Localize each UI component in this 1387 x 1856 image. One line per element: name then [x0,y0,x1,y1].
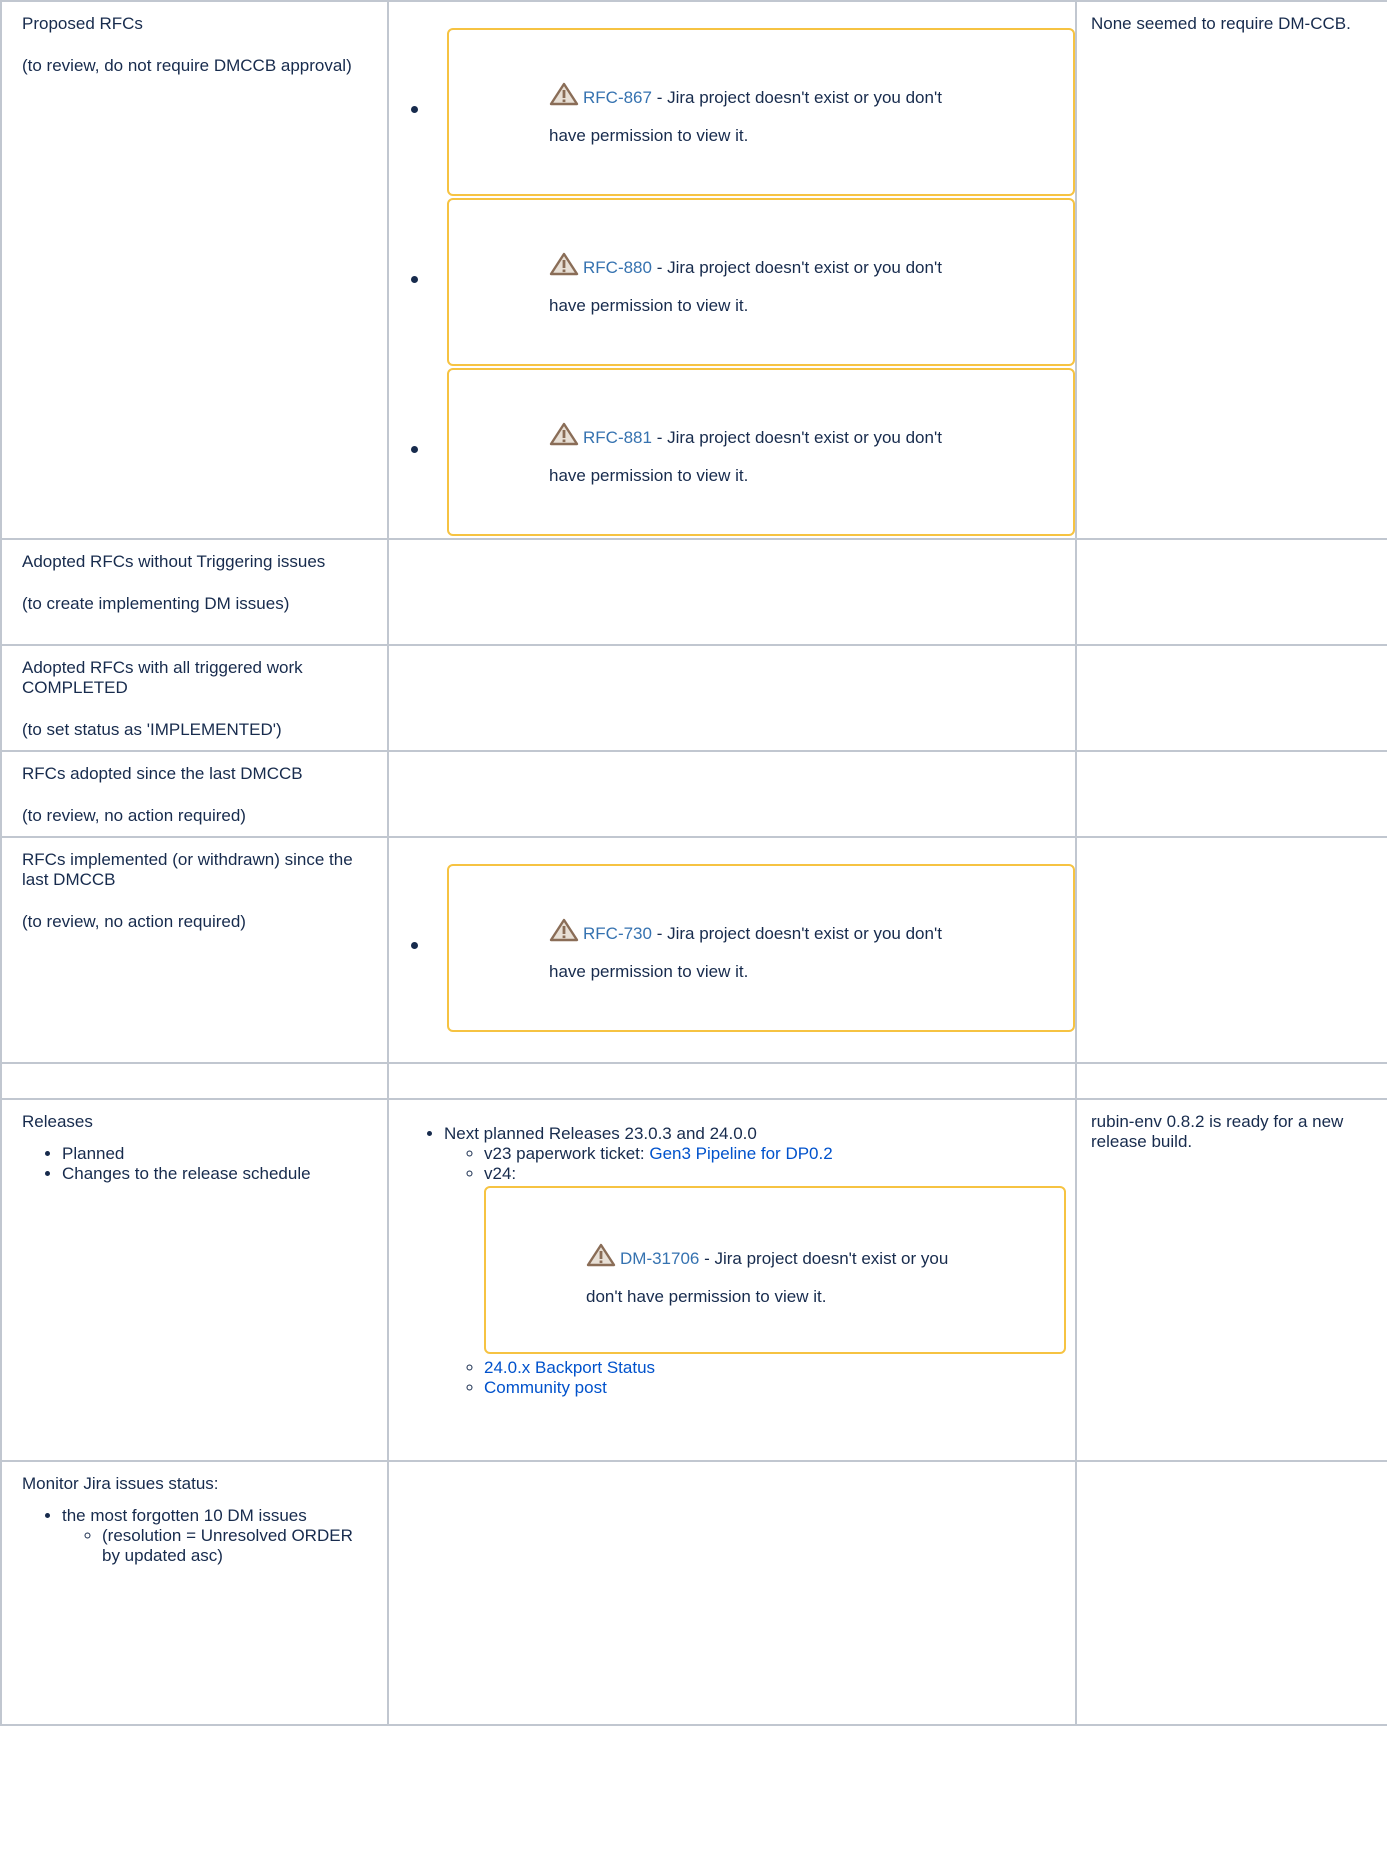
row-content-cell [387,644,1077,752]
row-notes-cell: None seemed to require DM-CCB. [1075,0,1387,540]
jira-issue-link[interactable]: RFC-880 [583,258,652,277]
jira-issue-link[interactable]: DM-31706 [620,1249,699,1268]
backport-status-link[interactable]: 24.0.x Backport Status [484,1358,655,1377]
list-item: v24: DM-31706 - Jira project doesn't exi… [484,1164,1075,1354]
v24-label: v24: [484,1164,517,1183]
row-label-cell: RFCs adopted since the last DMCCB (to re… [0,750,389,838]
jira-issue-message: - Jira project doesn't exist or you don'… [651,258,942,277]
jira-issue-link[interactable]: RFC-881 [583,428,652,447]
issue-list: RFC-730 - Jira project doesn't exist or … [389,864,1075,1032]
warning-icon [586,1243,616,1267]
row-title: Adopted RFCs without Triggering issues [22,552,326,571]
jira-issue-message: - Jira project doesn't exist or you [699,1249,949,1268]
row-notes-cell: rubin-env 0.8.2 is ready for a new relea… [1075,1098,1387,1462]
row-label-cell: Monitor Jira issues status: the most for… [0,1460,389,1726]
row-title: RFCs implemented (or withdrawn) since th… [22,850,353,889]
row-title: Adopted RFCs with all triggered work COM… [22,658,303,697]
row-notes-cell [1075,1460,1387,1726]
releases-list: Planned Changes to the release schedule [22,1144,373,1184]
bullet [411,276,418,283]
row-title: Releases [22,1112,93,1131]
bullet [411,446,418,453]
monitor-list: the most forgotten 10 DM issues (resolut… [22,1506,373,1566]
warning-icon [549,422,579,446]
bullet [411,106,418,113]
forgotten-issues-text: the most forgotten 10 DM issues [62,1506,307,1525]
row-subtitle: (to review, do not require DMCCB approva… [22,56,352,75]
row-content-cell [387,1460,1077,1726]
community-post-link[interactable]: Community post [484,1378,607,1397]
row-title: RFCs adopted since the last DMCCB [22,764,303,783]
jira-issue-box: RFC-867 - Jira project doesn't exist or … [411,28,1075,196]
jira-issue-box: RFC-880 - Jira project doesn't exist or … [411,198,1075,366]
row-implemented-since: RFCs implemented (or withdrawn) since th… [0,836,1387,1064]
jira-issue-message: have permission to view it. [549,296,749,315]
jira-issue-message: - Jira project doesn't exist or you don'… [651,428,942,447]
row-label-cell: Adopted RFCs with all triggered work COM… [0,644,389,752]
row-content-cell [387,750,1077,838]
list-item: the most forgotten 10 DM issues (resolut… [62,1506,373,1566]
row-label-cell: Releases Planned Changes to the release … [0,1098,389,1462]
bullet [411,942,418,949]
warning-icon [549,918,579,942]
jira-issue-message: don't have permission to view it. [586,1287,827,1306]
row-releases: Releases Planned Changes to the release … [0,1098,1387,1462]
row-content-cell: RFC-730 - Jira project doesn't exist or … [387,836,1077,1064]
next-planned-text: Next planned Releases 23.0.3 and 24.0.0 [444,1124,757,1143]
list-item: v23 paperwork ticket: Gen3 Pipeline for … [484,1144,1075,1164]
jira-issue-link[interactable]: RFC-867 [583,88,652,107]
list-item: 24.0.x Backport Status [484,1358,1075,1378]
row-adopted-completed: Adopted RFCs with all triggered work COM… [0,644,1387,752]
jira-issue-box: RFC-881 - Jira project doesn't exist or … [411,368,1075,536]
row-notes-cell [1075,836,1387,1064]
sub-list: v23 paperwork ticket: Gen3 Pipeline for … [444,1144,1075,1398]
jira-issue-message: have permission to view it. [549,962,749,981]
list-item: (resolution = Unresolved ORDER by update… [102,1526,373,1566]
jira-issue-link[interactable]: RFC-730 [583,924,652,943]
list-item: Community post [484,1378,1075,1398]
row-subtitle: (to review, no action required) [22,912,246,931]
jira-issue-box: RFC-730 - Jira project doesn't exist or … [411,864,1075,1032]
v23-label: v23 paperwork ticket: [484,1144,650,1163]
row-notes: None seemed to require DM-CCB. [1091,14,1351,33]
row-adopted-since: RFCs adopted since the last DMCCB (to re… [0,750,1387,838]
row-empty [0,1062,1387,1100]
row-content-cell: Next planned Releases 23.0.3 and 24.0.0 … [387,1098,1077,1462]
row-title: Monitor Jira issues status: [22,1474,219,1493]
jira-issue-message: have permission to view it. [549,466,749,485]
list-item: Next planned Releases 23.0.3 and 24.0.0 … [444,1124,1075,1398]
row-label-cell: Adopted RFCs without Triggering issues (… [0,538,389,646]
jira-issue-box: DM-31706 - Jira project doesn't exist or… [484,1186,1066,1354]
jira-issue-message: - Jira project doesn't exist or you don'… [651,924,942,943]
v23-paperwork-link[interactable]: Gen3 Pipeline for DP0.2 [649,1144,832,1163]
row-content-cell [387,538,1077,646]
warning-icon [549,82,579,106]
jira-issue-message: - Jira project doesn't exist or you don'… [651,88,942,107]
row-content-cell: RFC-867 - Jira project doesn't exist or … [387,0,1077,540]
jira-issue-message: have permission to view it. [549,126,749,145]
row-notes: rubin-env 0.8.2 is ready for a new relea… [1091,1112,1344,1151]
row-label-cell: RFCs implemented (or withdrawn) since th… [0,836,389,1064]
row-content-cell [387,1062,1077,1100]
row-subtitle: (to set status as 'IMPLEMENTED') [22,720,282,739]
releases-detail-list: Next planned Releases 23.0.3 and 24.0.0 … [389,1124,1075,1398]
row-notes-cell [1075,538,1387,646]
list-item: Changes to the release schedule [62,1164,373,1184]
row-proposed-rfcs: Proposed RFCs (to review, do not require… [0,0,1387,540]
row-adopted-without-triggering: Adopted RFCs without Triggering issues (… [0,538,1387,646]
row-subtitle: (to review, no action required) [22,806,246,825]
issue-list: RFC-867 - Jira project doesn't exist or … [389,28,1075,536]
warning-icon [549,252,579,276]
row-label-cell [0,1062,389,1100]
list-item: Planned [62,1144,373,1164]
sub-list: (resolution = Unresolved ORDER by update… [62,1526,373,1566]
row-monitor: Monitor Jira issues status: the most for… [0,1460,1387,1726]
row-notes-cell [1075,750,1387,838]
row-subtitle: (to create implementing DM issues) [22,594,290,613]
row-notes-cell [1075,1062,1387,1100]
row-label-cell: Proposed RFCs (to review, do not require… [0,0,389,540]
row-notes-cell [1075,644,1387,752]
row-title: Proposed RFCs [22,14,143,33]
agenda-table: Proposed RFCs (to review, do not require… [0,0,1387,1726]
